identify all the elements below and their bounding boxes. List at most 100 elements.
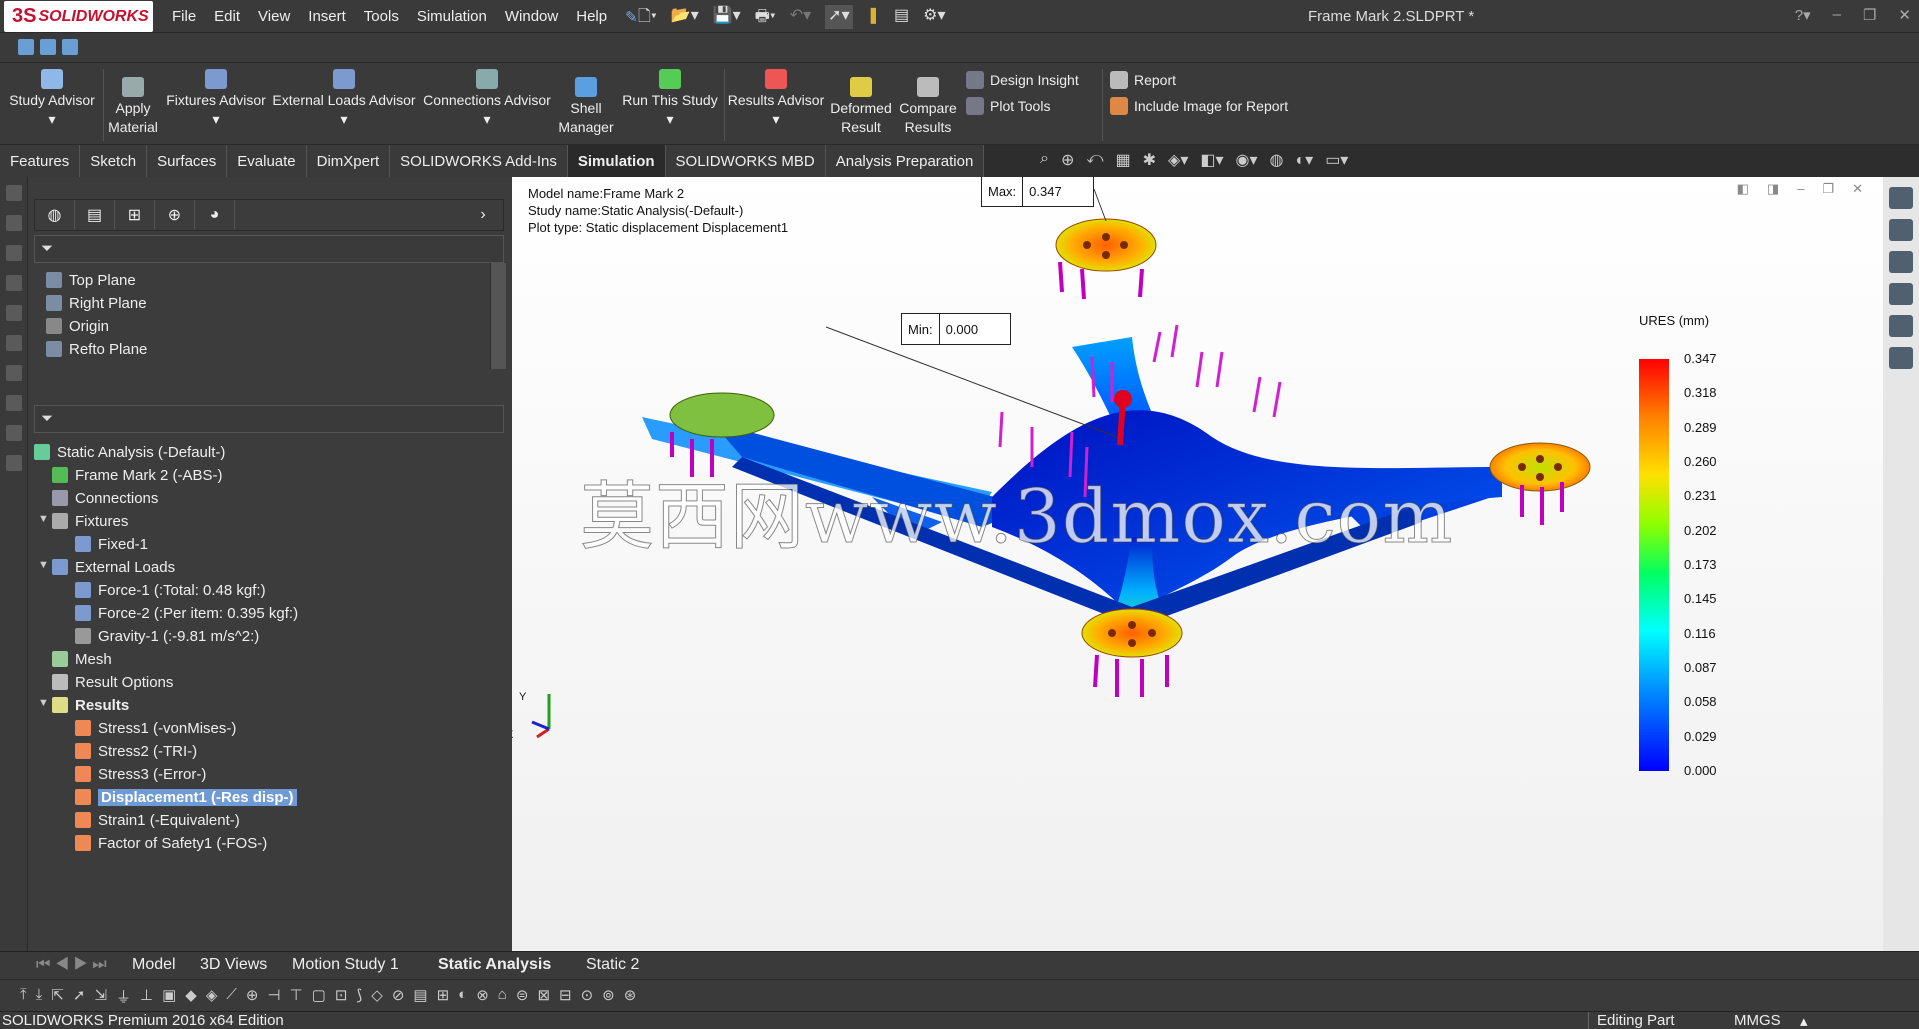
simulation-tool-icon[interactable]: ◐: [458, 986, 467, 1007]
shell-manager-button[interactable]: Shell Manager: [556, 77, 616, 137]
dynamic-annotation-icon[interactable]: ✱: [1143, 150, 1156, 170]
strip-icon[interactable]: [6, 185, 22, 201]
simulation-tool-icon[interactable]: ▤: [413, 986, 427, 1007]
dimxpert-manager-tab-icon[interactable]: ⊕: [155, 200, 195, 230]
simulation-tool-icon[interactable]: ⌂: [498, 986, 507, 1007]
connections-advisor-button[interactable]: Connections Advisor ▾: [420, 69, 554, 129]
simulation-tool-icon[interactable]: ➚: [73, 986, 86, 1007]
simulation-tool-icon[interactable]: ◈: [206, 986, 218, 1007]
menu-window[interactable]: Window: [505, 8, 558, 25]
simulation-tool-icon[interactable]: ⊠: [537, 986, 550, 1007]
menu-file[interactable]: File: [172, 8, 196, 25]
run-this-study-button[interactable]: Run This Study ▾: [620, 69, 720, 129]
save-icon[interactable]: 💾▾: [713, 5, 741, 29]
tab-analysis-preparation[interactable]: Analysis Preparation: [825, 145, 985, 177]
restore-icon[interactable]: ❐: [1863, 6, 1876, 24]
simulation-tool-icon[interactable]: ⟆: [356, 986, 362, 1007]
tab-3d-views[interactable]: 3D Views: [200, 956, 267, 974]
menu-insert[interactable]: Insert: [308, 8, 346, 25]
solidworks-logo[interactable]: 3S SOLIDWORKS: [4, 1, 153, 32]
section-view-icon[interactable]: ▦: [1115, 150, 1130, 170]
menu-tools[interactable]: Tools: [364, 8, 399, 25]
options-gear-icon[interactable]: ⚙▾: [923, 5, 945, 29]
simulation-tool-icon[interactable]: ⊙: [581, 986, 594, 1007]
simulation-tool-icon[interactable]: ⤒: [20, 986, 27, 1007]
simulation-tool-icon[interactable]: ⇲: [94, 986, 107, 1007]
expand-panel-icon[interactable]: ›: [463, 200, 503, 230]
simulation-tool-icon[interactable]: ⏚: [116, 986, 131, 1007]
study-advisor-button[interactable]: Study Advisor ▾: [8, 69, 96, 129]
simulation-tool-icon[interactable]: ⊡: [335, 986, 348, 1007]
apply-material-button[interactable]: Apply Material: [106, 77, 160, 137]
simulation-tool-icon[interactable]: ⤓: [36, 986, 43, 1007]
strip-icon[interactable]: [6, 455, 22, 471]
layout-icon-2[interactable]: [40, 39, 56, 55]
tab-dimxpert[interactable]: DimXpert: [306, 145, 391, 177]
simulation-tool-icon[interactable]: ⊤: [290, 986, 303, 1007]
strip-icon[interactable]: [6, 335, 22, 351]
simulation-tool-icon[interactable]: ⟋: [226, 986, 237, 1007]
simulation-tool-icon[interactable]: ⊚: [602, 986, 615, 1007]
simulation-tool-icon[interactable]: ◇: [371, 986, 383, 1007]
undo-icon[interactable]: ↶▾: [790, 5, 811, 29]
compare-results-button[interactable]: Compare Results: [896, 77, 960, 137]
minimize-icon[interactable]: –: [1833, 6, 1841, 24]
design-insight-button[interactable]: Design Insight: [966, 71, 1079, 89]
previous-view-icon[interactable]: ⤺: [1086, 150, 1103, 170]
design-library-icon[interactable]: [1889, 219, 1913, 241]
strip-icon[interactable]: [6, 305, 22, 321]
simulation-tool-icon[interactable]: ⊗: [476, 986, 489, 1007]
simulation-tool-icon[interactable]: ⊜: [516, 986, 529, 1007]
close-icon[interactable]: ✕: [1898, 6, 1911, 24]
print-icon[interactable]: 🖶▾: [755, 5, 776, 29]
display-style-icon[interactable]: ◧▾: [1200, 150, 1223, 170]
help-icon[interactable]: ?▾: [1795, 6, 1811, 24]
tab-sketch[interactable]: Sketch: [80, 145, 148, 177]
tab-mbd[interactable]: SOLIDWORKS MBD: [665, 145, 826, 177]
tab-scroll-arrows-icon[interactable]: ⏮ ◀ ▶ ⏭: [36, 956, 107, 974]
tab-features[interactable]: Features: [0, 145, 81, 177]
tree-scrollbar[interactable]: [490, 263, 506, 369]
tree-item-factor-of-safety1[interactable]: Factor of Safety1 (-FOS-): [75, 830, 267, 856]
select-icon[interactable]: ➚▾: [825, 5, 853, 29]
display-manager-tab-icon[interactable]: ◕: [195, 200, 235, 230]
max-probe[interactable]: Max: 0.347: [981, 177, 1095, 207]
tab-model[interactable]: Model: [132, 956, 176, 974]
strip-icon[interactable]: [6, 245, 22, 261]
simulation-tool-icon[interactable]: ⇱: [51, 986, 64, 1007]
view-settings-icon[interactable]: ▭▾: [1325, 150, 1348, 170]
layout-icon-1[interactable]: [18, 39, 34, 55]
collapse-arrow-icon[interactable]: ▼: [38, 513, 49, 525]
tab-motion-study-1[interactable]: Motion Study 1: [292, 956, 399, 974]
open-icon[interactable]: 📂▾: [671, 5, 699, 29]
pin-icon[interactable]: ✎: [625, 8, 638, 26]
results-advisor-button[interactable]: Results Advisor ▾: [726, 69, 826, 129]
deformed-result-button[interactable]: Deformed Result: [828, 77, 894, 137]
hide-show-icon[interactable]: ◉▾: [1236, 150, 1258, 170]
collapse-arrow-icon[interactable]: ▼: [38, 697, 49, 709]
new-document-icon[interactable]: 🗋▾: [638, 5, 657, 29]
zoom-to-area-icon[interactable]: ⊕: [1061, 150, 1074, 170]
include-image-button[interactable]: Include Image for Report: [1110, 97, 1288, 115]
simulation-tool-icon[interactable]: ▣: [162, 986, 176, 1007]
fixtures-advisor-button[interactable]: Fixtures Advisor ▾: [164, 69, 268, 129]
menu-edit[interactable]: Edit: [214, 8, 240, 25]
simulation-tool-icon[interactable]: ⊟: [559, 986, 572, 1007]
configuration-manager-tab-icon[interactable]: ⊞: [115, 200, 155, 230]
tab-evaluate[interactable]: Evaluate: [227, 145, 307, 177]
custom-properties-icon[interactable]: [1889, 347, 1913, 369]
simulation-tool-icon[interactable]: ◆: [185, 986, 197, 1007]
tree-item-refto-plane[interactable]: Refto Plane: [46, 336, 147, 362]
zoom-to-fit-icon[interactable]: ⌕: [1040, 150, 1049, 170]
simulation-tool-icon[interactable]: ⊥: [140, 986, 153, 1007]
edit-appearance-icon[interactable]: ◍: [1270, 150, 1284, 170]
strip-icon[interactable]: [6, 275, 22, 291]
min-probe[interactable]: Min: 0.000: [901, 313, 1011, 345]
home-icon[interactable]: [1889, 187, 1913, 209]
menu-simulation[interactable]: Simulation: [417, 8, 487, 25]
tab-static-2[interactable]: Static 2: [586, 956, 639, 974]
simulation-tool-icon[interactable]: ⊣: [267, 986, 280, 1007]
tab-simulation[interactable]: Simulation: [567, 145, 666, 177]
collapse-arrow-icon[interactable]: ▼: [38, 559, 49, 571]
plot-tools-button[interactable]: Plot Tools▾: [966, 97, 1123, 115]
